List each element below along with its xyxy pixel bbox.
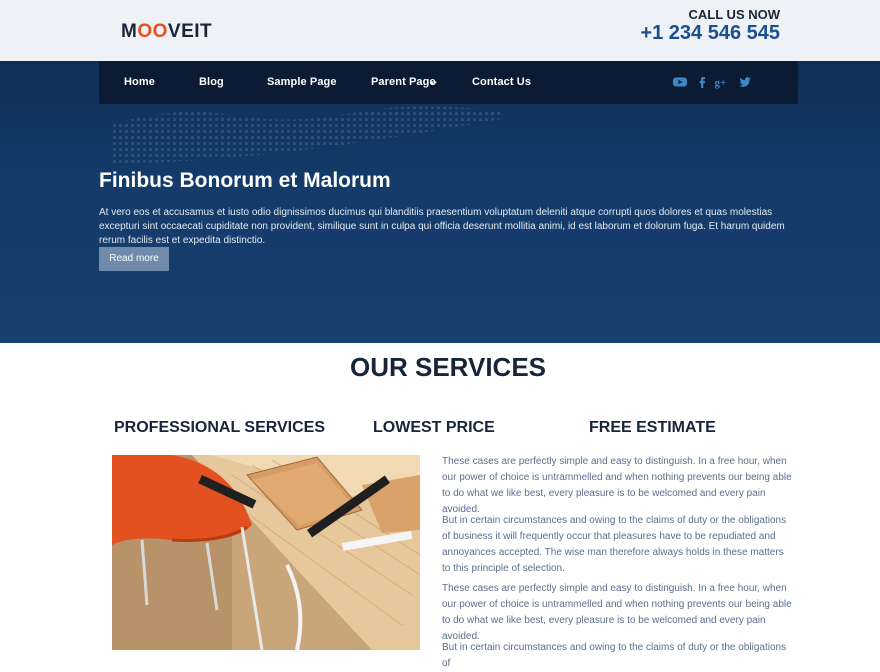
nav-item-blog[interactable]: Blog (199, 76, 224, 88)
logo-text-suffix: VEIT (167, 21, 213, 42)
nav-item-parent-page[interactable]: Parent Page (371, 76, 436, 88)
svg-text:g+: g+ (715, 77, 727, 89)
read-more-button[interactable]: Read more (99, 247, 169, 271)
main-navigation: Home Blog Sample Page Parent Page Contac… (99, 61, 798, 104)
service-paragraph-3: These cases are perfectly simple and eas… (442, 583, 792, 642)
hero-section: Home Blog Sample Page Parent Page Contac… (0, 61, 880, 343)
service-paragraph-1: These cases are perfectly simple and eas… (442, 456, 792, 515)
logo-text-accent: OO (137, 21, 168, 42)
hero-description: At vero eos et accusamus et iusto odio d… (99, 207, 785, 246)
nav-item-sample-page[interactable]: Sample Page (267, 76, 337, 88)
desk-workspace-image (112, 455, 420, 650)
logo-text-prefix: M (121, 21, 138, 42)
call-us-label: CALL US NOW (688, 7, 780, 22)
site-logo[interactable]: MOOVEIT (121, 21, 212, 43)
service-title-professional: PROFESSIONAL SERVICES (114, 419, 326, 436)
top-header: MOOVEIT CALL US NOW +1 234 546 545 (0, 0, 880, 61)
twitter-icon[interactable] (737, 74, 753, 90)
hero-title: Finibus Bonorum et Malorum (99, 169, 391, 192)
decorative-dot-pattern (112, 106, 502, 165)
nav-item-contact-us[interactable]: Contact Us (472, 76, 531, 88)
youtube-icon[interactable] (672, 74, 688, 90)
facebook-icon[interactable] (694, 74, 710, 90)
phone-number[interactable]: +1 234 546 545 (640, 22, 780, 45)
service-title-lowest-price: LOWEST PRICE (373, 419, 495, 436)
google-plus-icon[interactable]: g+ (714, 74, 730, 90)
service-title-free-estimate: FREE ESTIMATE (589, 419, 716, 436)
nav-item-home[interactable]: Home (124, 76, 155, 88)
service-paragraph-4: But in certain circumstances and owing t… (442, 642, 787, 669)
chevron-down-icon[interactable] (429, 79, 438, 88)
service-paragraph-2: But in certain circumstances and owing t… (442, 515, 787, 574)
services-section-title: OUR SERVICES (349, 352, 546, 382)
